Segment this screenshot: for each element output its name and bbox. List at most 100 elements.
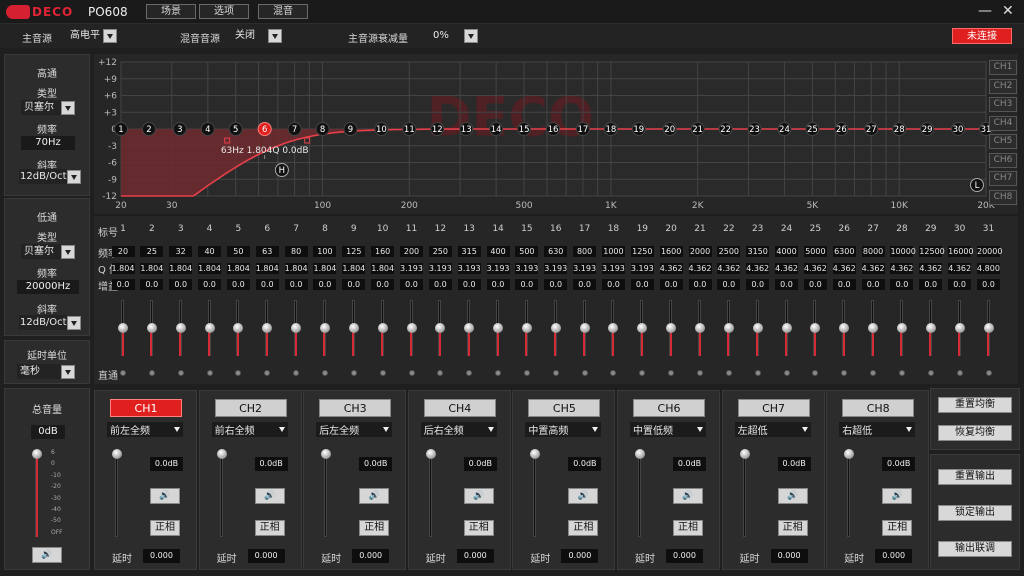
channel-select-button[interactable]: CH8 xyxy=(842,399,915,417)
band-freq-value[interactable]: 100 xyxy=(313,246,337,257)
band-q-value[interactable]: 3.193 xyxy=(428,263,452,274)
master-volume-value[interactable]: 0dB xyxy=(31,425,65,439)
band-freq-value[interactable]: 25 xyxy=(140,246,164,257)
slider-knob[interactable] xyxy=(32,449,42,459)
channel-select-button[interactable]: CH5 xyxy=(528,399,601,417)
band-freq-value[interactable]: 160 xyxy=(371,246,395,257)
channel-mute-button[interactable]: 🔊 xyxy=(254,488,285,504)
band-bypass-toggle[interactable] xyxy=(408,370,415,376)
band-freq-value[interactable]: 32 xyxy=(169,246,193,257)
slider-knob[interactable] xyxy=(464,323,475,333)
band-freq-value[interactable]: 12500 xyxy=(919,246,945,257)
band-freq-value[interactable]: 5000 xyxy=(803,246,827,257)
band-gain-value[interactable]: 0.0 xyxy=(948,279,972,290)
channel-select-button[interactable]: CH7 xyxy=(737,399,810,417)
band-freq-value[interactable]: 16000 xyxy=(948,246,974,257)
band-freq-value[interactable]: 800 xyxy=(573,246,597,257)
band-q-value[interactable]: 4.800 xyxy=(977,263,1000,274)
band-gain-value[interactable]: 0.0 xyxy=(284,279,308,290)
slider-knob[interactable] xyxy=(118,323,128,333)
slider-knob[interactable] xyxy=(723,323,734,333)
band-gain-value[interactable]: 0.0 xyxy=(457,279,481,290)
band-bypass-toggle[interactable] xyxy=(120,370,126,376)
band-freq-value[interactable]: 500 xyxy=(515,246,539,257)
channel-level-slider[interactable] xyxy=(216,449,227,537)
band-bypass-toggle[interactable] xyxy=(321,370,328,376)
slider-knob[interactable] xyxy=(435,323,446,333)
band-gain-value[interactable]: 0.0 xyxy=(111,279,135,290)
channel-delay-value[interactable]: 0.000 xyxy=(352,549,390,563)
slider-knob[interactable] xyxy=(146,323,157,333)
band-bypass-toggle[interactable] xyxy=(841,370,848,376)
band-bypass-toggle[interactable] xyxy=(235,370,242,376)
channel-position-select[interactable]: 中置高频 xyxy=(525,422,602,437)
band-bypass-toggle[interactable] xyxy=(870,370,877,376)
slider-knob[interactable] xyxy=(983,323,994,333)
band-bypass-toggle[interactable] xyxy=(552,370,559,376)
attenuation-select[interactable]: 0% xyxy=(430,28,478,43)
channel-phase-button[interactable]: 正相 xyxy=(568,520,599,536)
band-bypass-toggle[interactable] xyxy=(697,370,703,376)
band-gain-slider[interactable] xyxy=(925,300,936,356)
band-freq-value[interactable]: 630 xyxy=(544,246,568,257)
close-button[interactable]: ✕ xyxy=(1002,3,1014,19)
band-q-value[interactable]: 3.193 xyxy=(544,263,568,274)
chevron-down-icon[interactable] xyxy=(103,28,117,43)
band-gain-value[interactable]: 0.0 xyxy=(688,279,712,290)
band-gain-value[interactable]: 0.0 xyxy=(342,279,366,290)
lowpass-freq-value[interactable]: 20000Hz xyxy=(17,280,79,294)
channel-delay-value[interactable]: 0.000 xyxy=(456,549,494,563)
graph-tab-ch5[interactable]: CH5 xyxy=(989,134,1017,149)
channel-select-button[interactable]: CH1 xyxy=(110,399,182,417)
band-gain-value[interactable]: 0.0 xyxy=(400,279,423,290)
band-gain-slider[interactable] xyxy=(521,300,532,356)
band-q-value[interactable]: 1.804 xyxy=(342,263,366,274)
slider-knob[interactable] xyxy=(925,323,936,333)
slider-knob[interactable] xyxy=(262,323,273,333)
band-freq-value[interactable]: 2000 xyxy=(688,246,712,257)
graph-tab-ch3[interactable]: CH3 xyxy=(989,97,1017,112)
band-gain-slider[interactable] xyxy=(204,300,215,356)
slider-knob[interactable] xyxy=(550,323,561,333)
band-gain-slider[interactable] xyxy=(262,300,273,356)
channel-phase-button[interactable]: 正相 xyxy=(150,520,180,536)
slider-knob[interactable] xyxy=(752,323,763,333)
slider-knob[interactable] xyxy=(204,323,215,333)
band-bypass-toggle[interactable] xyxy=(725,370,732,376)
band-bypass-toggle[interactable] xyxy=(985,370,992,376)
band-gain-value[interactable]: 0.0 xyxy=(169,279,193,290)
channel-level-slider[interactable] xyxy=(530,449,541,537)
channel-level-slider[interactable] xyxy=(425,449,436,537)
channel-mute-button[interactable]: 🔊 xyxy=(673,488,703,504)
band-q-value[interactable]: 1.804 xyxy=(169,263,193,274)
band-q-value[interactable]: 4.362 xyxy=(775,263,799,274)
band-gain-value[interactable]: 0.0 xyxy=(313,279,337,290)
slider-knob[interactable] xyxy=(781,323,792,333)
band-bypass-toggle[interactable] xyxy=(293,370,300,376)
slider-knob[interactable] xyxy=(666,323,677,333)
channel-mute-button[interactable]: 🔊 xyxy=(150,488,180,504)
channel-phase-button[interactable]: 正相 xyxy=(673,520,703,536)
band-gain-value[interactable]: 0.0 xyxy=(832,279,856,290)
reset-output-button[interactable]: 重置输出 xyxy=(938,469,1012,485)
channel-position-select[interactable]: 左超低 xyxy=(734,422,811,437)
graph-tab-ch7[interactable]: CH7 xyxy=(989,171,1017,186)
master-mute-button[interactable]: 🔊 xyxy=(32,547,62,563)
band-freq-value[interactable]: 20 xyxy=(111,246,135,257)
band-gain-slider[interactable] xyxy=(319,300,330,356)
lock-output-button[interactable]: 锁定输出 xyxy=(938,505,1012,521)
slider-knob[interactable] xyxy=(637,323,648,333)
slider-knob[interactable] xyxy=(321,449,332,459)
band-gain-value[interactable]: 0.0 xyxy=(746,279,770,290)
band-gain-value[interactable]: 0.0 xyxy=(198,279,222,290)
slider-knob[interactable] xyxy=(579,323,590,333)
band-freq-value[interactable]: 4000 xyxy=(775,246,799,257)
chevron-down-icon[interactable] xyxy=(174,427,180,432)
channel-position-select[interactable]: 后右全频 xyxy=(420,422,497,437)
band-q-value[interactable]: 3.193 xyxy=(400,263,423,274)
band-freq-value[interactable]: 40 xyxy=(198,246,222,257)
band-gain-value[interactable]: 0.0 xyxy=(140,279,164,290)
band-gain-value[interactable]: 0.0 xyxy=(601,279,625,290)
chevron-down-icon[interactable] xyxy=(67,315,81,330)
lowpass-slope-select[interactable]: 12dB/Oct xyxy=(19,315,81,330)
